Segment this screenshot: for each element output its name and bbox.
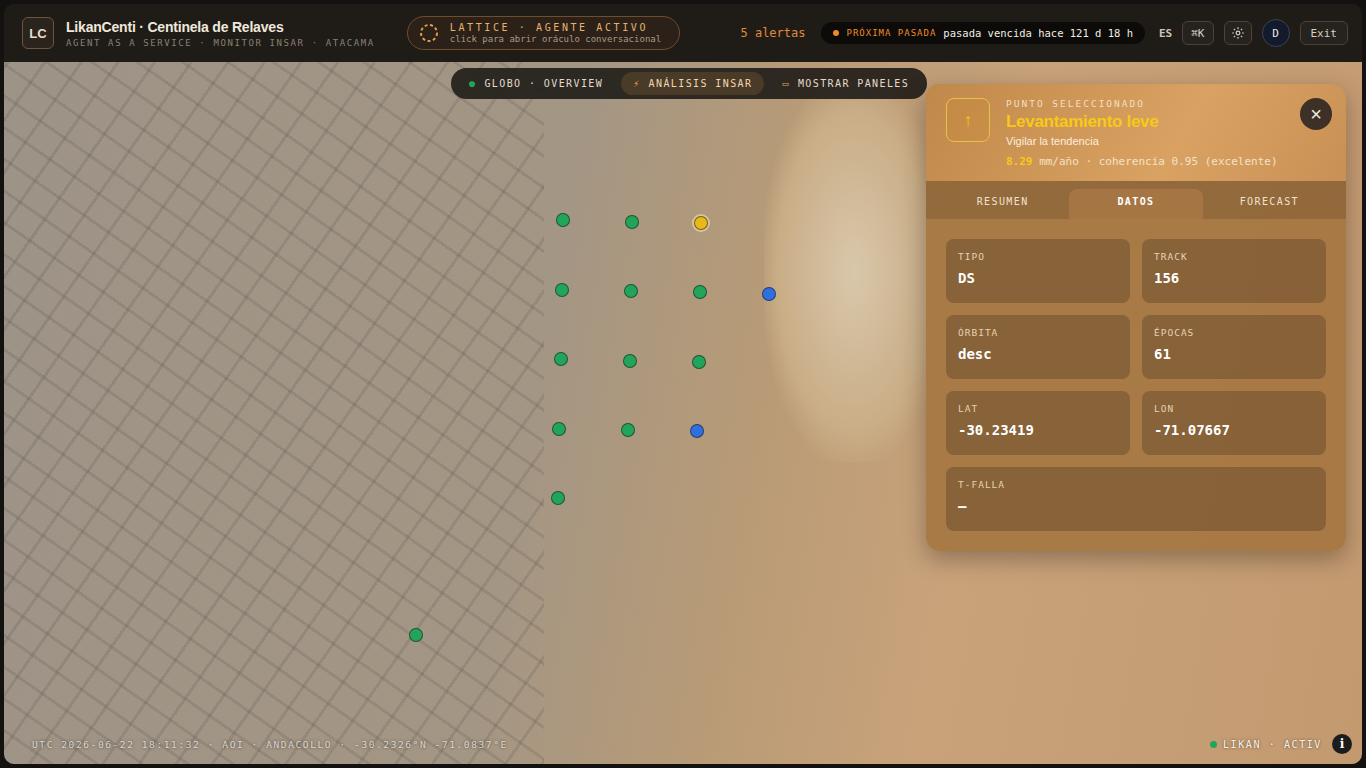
data-field: TIPO DS	[946, 239, 1130, 303]
panel-tab[interactable]: RESUMEN	[936, 189, 1069, 219]
data-field: ÉPOCAS 61	[1142, 315, 1326, 379]
agent-text: LATTICE · AGENTE ACTIVOclick para abrir …	[450, 22, 661, 44]
agent-hint: click para abrir oráculo conversacional	[450, 34, 661, 44]
map-pin[interactable]	[554, 352, 568, 366]
app-root: LC LikanCenti · Centinela de Relaves AGENT…	[0, 0, 1366, 768]
map-pin[interactable]	[551, 491, 565, 505]
panel-rate: 8.29 mm/año · coherencia 0.95 (excelente…	[1006, 154, 1290, 169]
map-pin[interactable]	[409, 628, 423, 642]
map[interactable]: ● GLOBO · OVERVIEW ⚡ ANÁLISIS INSAR ▭ MOSTRAR…	[4, 62, 1362, 764]
settings-button[interactable]	[1224, 21, 1252, 45]
panel-title: Levantamiento leve	[1006, 112, 1290, 132]
rate-value: 8.29	[1006, 155, 1033, 168]
tailings-area	[764, 82, 944, 462]
status-indicator: LIKAN · ACTIV i	[1210, 734, 1352, 754]
map-pin[interactable]	[694, 216, 708, 230]
map-pin[interactable]	[692, 355, 706, 369]
field-label: ÉPOCAS	[1154, 327, 1314, 338]
pass-status-dot	[833, 30, 839, 36]
urban-area	[4, 62, 544, 764]
map-pin[interactable]	[693, 285, 707, 299]
field-value: -71.07667	[1154, 422, 1314, 438]
panel-header: ↑ PUNTO SELECCIONADO Levantamiento leve Vig…	[926, 84, 1346, 181]
panel-heading: PUNTO SELECCIONADO Levantamiento leve Vigi…	[1006, 98, 1330, 169]
toolbar-button[interactable]: ● GLOBO · OVERVIEW	[457, 72, 615, 95]
coords-readout: UTC 2026-06-22 18:11:32 · AOI · ANDACOLL…	[32, 739, 508, 750]
alerts-count[interactable]: 5 alertas	[740, 26, 805, 40]
next-pass[interactable]: PRÓXIMA PASADA pasada vencida hace 121 d …	[821, 22, 1145, 44]
map-pin[interactable]	[690, 424, 704, 438]
toolbar-label: MOSTRAR PANELES	[798, 78, 909, 89]
data-field: LON -71.07667	[1142, 391, 1326, 455]
info-icon[interactable]: i	[1332, 734, 1352, 754]
exit-button[interactable]: Exit	[1300, 21, 1349, 45]
panel-tabs: RESUMENDATOSFORECAST	[926, 181, 1346, 219]
user-avatar[interactable]: D	[1262, 19, 1290, 47]
toolbar-label: ANÁLISIS INSAR	[649, 78, 753, 89]
agent-pill[interactable]: LATTICE · AGENTE ACTIVOclick para abrir …	[407, 16, 680, 50]
close-button[interactable]: ×	[1300, 98, 1332, 130]
point-panel: ↑ PUNTO SELECCIONADO Levantamiento leve Vig…	[926, 84, 1346, 551]
app-frame: LC LikanCenti · Centinela de Relaves AGENT…	[4, 4, 1362, 764]
top-bar: LC LikanCenti · Centinela de Relaves AGENT…	[4, 4, 1362, 62]
toolbar-label: GLOBO · OVERVIEW	[484, 78, 603, 89]
rate-details: mm/año · coherencia 0.95 (excelente)	[1039, 155, 1277, 168]
pass-value: pasada vencida hace 121 d 18 h	[943, 27, 1133, 39]
agent-ring-icon	[418, 22, 440, 44]
map-pin[interactable]	[623, 354, 637, 368]
data-field: ÓRBITA desc	[946, 315, 1130, 379]
uplift-arrow-icon: ↑	[946, 98, 990, 142]
toolbar-button[interactable]: ▭ MOSTRAR PANELES	[770, 72, 921, 95]
field-value: —	[958, 498, 1314, 514]
command-button[interactable]: ⌘K	[1182, 21, 1213, 45]
map-pin[interactable]	[555, 283, 569, 297]
field-label: TRACK	[1154, 251, 1314, 262]
field-value: DS	[958, 270, 1118, 286]
data-field: T-FALLA —	[946, 467, 1326, 531]
field-label: T-FALLA	[958, 479, 1314, 490]
map-pin[interactable]	[625, 215, 639, 229]
panel-eyebrow: PUNTO SELECCIONADO	[1006, 98, 1290, 109]
map-pin[interactable]	[621, 423, 635, 437]
data-field: TRACK 156	[1142, 239, 1326, 303]
status-label: LIKAN · ACTIV	[1223, 739, 1322, 750]
panel-subtitle: Vigilar la tendencia	[1006, 135, 1290, 147]
field-value: 156	[1154, 270, 1314, 286]
field-label: ÓRBITA	[958, 327, 1118, 338]
data-field: LAT -30.23419	[946, 391, 1130, 455]
toolbar-button[interactable]: ⚡ ANÁLISIS INSAR	[621, 72, 764, 95]
brand: LC LikanCenti · Centinela de Relaves AGENT…	[22, 17, 375, 49]
panel-tab[interactable]: DATOS	[1069, 189, 1202, 219]
data-grid: TIPO DS TRACK 156 ÓRBITA desc ÉPOCAS 61 LAT -30.2…	[926, 219, 1346, 551]
field-value: -30.23419	[958, 422, 1118, 438]
app-subtitle: AGENT AS A SERVICE · MONITOR INSAR · ATA…	[66, 38, 375, 48]
map-pin[interactable]	[762, 287, 776, 301]
logo[interactable]: LC	[22, 17, 54, 49]
language-toggle[interactable]: ES	[1159, 27, 1172, 40]
field-label: TIPO	[958, 251, 1118, 262]
map-toolbar: ● GLOBO · OVERVIEW ⚡ ANÁLISIS INSAR ▭ MOSTRAR…	[451, 68, 927, 99]
status-dot	[1210, 741, 1217, 748]
map-pin[interactable]	[624, 284, 638, 298]
field-label: LAT	[958, 403, 1118, 414]
gear-icon	[1231, 26, 1245, 40]
map-pin[interactable]	[552, 422, 566, 436]
field-value: desc	[958, 346, 1118, 362]
toolbar-icon: ●	[469, 78, 476, 89]
panel-tab[interactable]: FORECAST	[1203, 189, 1336, 219]
agent-title: LATTICE · AGENTE ACTIVO	[450, 22, 661, 33]
field-label: LON	[1154, 403, 1314, 414]
toolbar-icon: ⚡	[633, 78, 640, 89]
field-value: 61	[1154, 346, 1314, 362]
pass-label: PRÓXIMA PASADA	[846, 28, 936, 38]
map-pin[interactable]	[556, 213, 570, 227]
brand-text: LikanCenti · Centinela de Relaves AGENT A…	[66, 19, 375, 48]
toolbar-icon: ▭	[782, 78, 789, 89]
app-title: LikanCenti · Centinela de Relaves	[66, 19, 375, 35]
